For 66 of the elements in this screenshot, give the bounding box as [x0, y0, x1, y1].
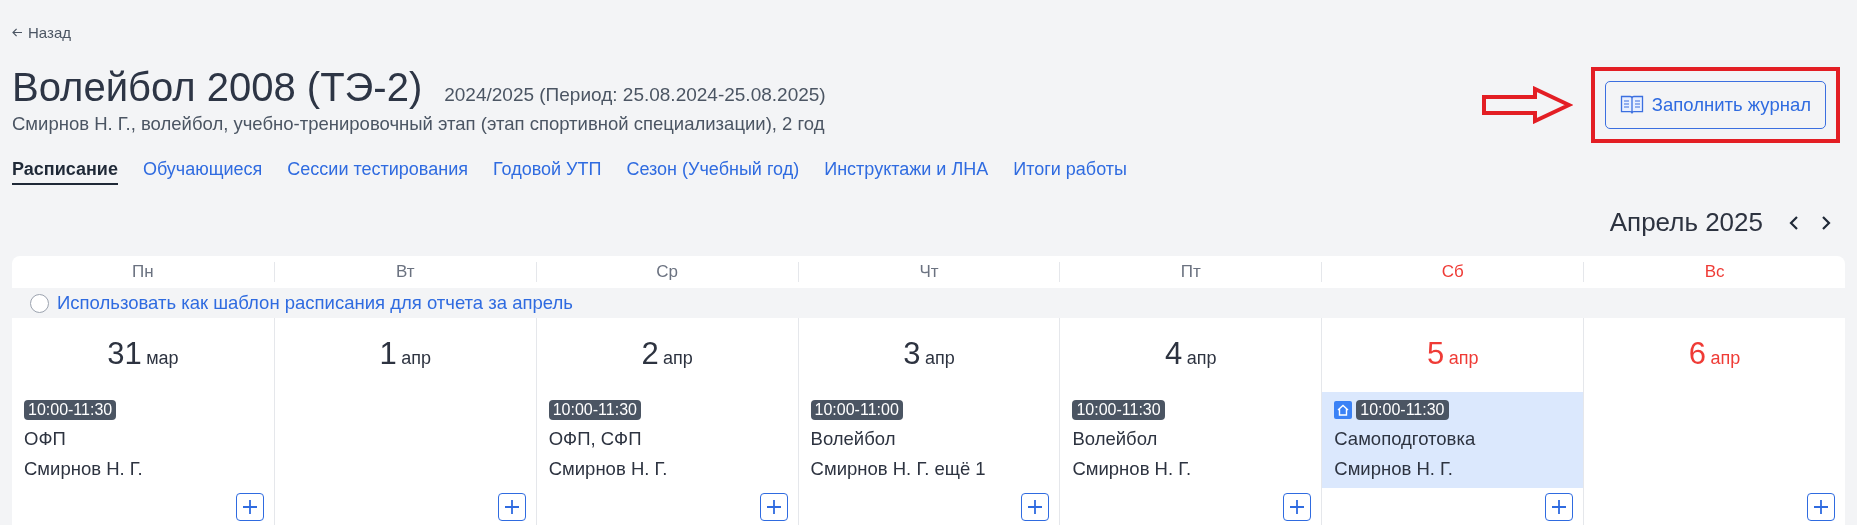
event-teacher: Смирнов Н. Г. ещё 1: [810, 458, 987, 480]
book-icon: [1619, 94, 1644, 116]
event-title: ОФП, СФП: [548, 428, 643, 450]
day-date: 2 апр: [640, 336, 694, 372]
season-period: 2024/2025 (Период: 25.08.2024-25.08.2025): [444, 84, 826, 106]
time-badge: 10:00-11:30: [1356, 400, 1449, 420]
month-title: Апрель 2025: [1609, 207, 1763, 238]
add-event-button[interactable]: [497, 493, 526, 521]
tab[interactable]: Сезон (Учебный год): [626, 159, 800, 185]
event-title: Волейбол: [810, 428, 897, 450]
plus-icon: [1814, 500, 1828, 514]
day-date: 5 апр: [1425, 336, 1480, 372]
day-date: 31 мар: [106, 336, 180, 372]
day-date: 6 апр: [1687, 336, 1742, 372]
schedule-event[interactable]: 10:00-11:30 Самоподготовка Смирнов Н. Г.: [1322, 392, 1584, 488]
weekday-label: Чт: [919, 262, 939, 281]
weekday-label: Вт: [396, 262, 415, 281]
plus-icon: [766, 500, 781, 514]
time-badge: 10:00-11:00: [810, 400, 903, 420]
tab[interactable]: Расписание: [12, 159, 118, 185]
add-event-button[interactable]: [1283, 493, 1312, 521]
back-arrow-icon: [12, 28, 23, 37]
weekday-label: Пт: [1180, 262, 1201, 281]
plus-icon: [1290, 500, 1305, 514]
tab[interactable]: Годовой УТП: [492, 159, 602, 185]
time-badge: 10:00-11:30: [548, 400, 641, 420]
template-radio[interactable]: [30, 293, 49, 313]
weekday-label: Сб: [1441, 262, 1464, 281]
tab[interactable]: Итоги работы: [1013, 159, 1127, 185]
tab[interactable]: Сессии тестирования: [287, 159, 468, 185]
event-title: Волейбол: [1072, 428, 1159, 450]
weekday-label: Ср: [656, 262, 678, 281]
add-event-button[interactable]: [1545, 493, 1574, 521]
add-event-button[interactable]: [1807, 493, 1835, 521]
fill-journal-button[interactable]: Заполнить журнал: [1604, 81, 1826, 129]
schedule-event[interactable]: 10:00-11:30 ОФП, СФП Смирнов Н. Г.: [536, 392, 798, 488]
back-link[interactable]: Назад: [12, 24, 71, 41]
weekday-label: Вс: [1704, 262, 1725, 281]
event-title: Самоподготовка: [1334, 428, 1477, 450]
time-badge: 10:00-11:30: [24, 400, 117, 420]
plus-icon: [504, 500, 519, 514]
chevron-left-icon: [1789, 214, 1799, 231]
tab[interactable]: Обучающиеся: [142, 159, 263, 185]
event-teacher: Смирнов Н. Г.: [1072, 458, 1193, 480]
event-title: ОФП: [24, 428, 67, 450]
schedule-event[interactable]: 10:00-11:30 Волейбол Смирнов Н. Г.: [1060, 392, 1322, 488]
event-teacher: Смирнов Н. Г.: [24, 458, 144, 480]
plus-icon: [242, 500, 257, 514]
add-event-button[interactable]: [759, 493, 788, 521]
group-description: Смирнов Н. Г., волейбол, учебно-тренировочный этап (этап спортивной специализации), 2 год: [12, 113, 826, 135]
day-date: 1 апр: [378, 336, 432, 372]
tab[interactable]: Инструктажи и ЛНА: [824, 159, 989, 185]
event-teacher: Смирнов Н. Г.: [1334, 458, 1454, 480]
event-teacher: Смирнов Н. Г.: [548, 458, 669, 480]
schedule-event[interactable]: 10:00-11:00 Волейбол Смирнов Н. Г. ещё 1: [798, 392, 1060, 488]
add-event-button[interactable]: [1021, 493, 1050, 521]
time-badge: 10:00-11:30: [1072, 400, 1165, 420]
day-date: 4 апр: [1164, 336, 1218, 372]
plus-icon: [1028, 500, 1043, 514]
page-title: Волейбол 2008 (ТЭ-2): [12, 65, 423, 109]
plus-icon: [1552, 500, 1567, 514]
schedule-event[interactable]: 10:00-11:30 ОФП Смирнов Н. Г.: [12, 392, 274, 488]
add-event-button[interactable]: [235, 493, 264, 521]
weekday-label: Пн: [132, 262, 154, 281]
day-date: 3 апр: [902, 336, 956, 372]
chevron-right-icon: [1821, 214, 1831, 231]
